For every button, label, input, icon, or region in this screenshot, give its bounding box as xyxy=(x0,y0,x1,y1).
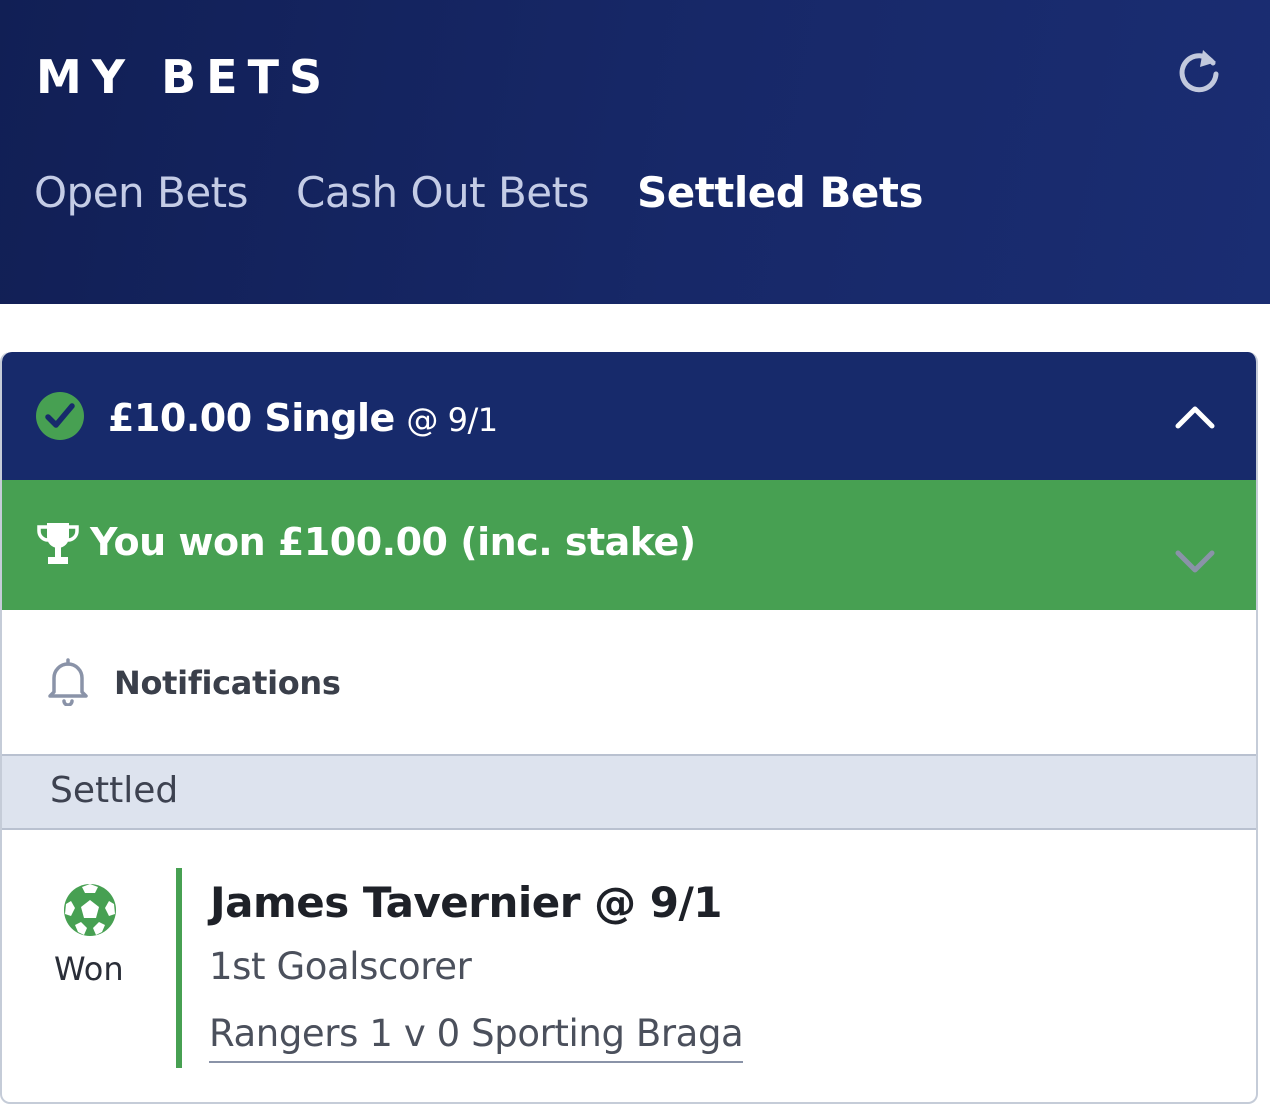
bet-selection: Won James Tavernier @ 9/1 1st Goalscorer… xyxy=(2,830,1256,1102)
settled-label: Settled xyxy=(50,770,179,811)
trophy-icon xyxy=(37,523,79,564)
tab-open-bets[interactable]: Open Bets xyxy=(34,168,249,228)
result-indicator-line xyxy=(176,868,182,1068)
notifications-label: Notifications xyxy=(114,664,341,702)
selection-name: James Tavernier @ 9/1 xyxy=(210,878,723,927)
bet-card-header[interactable]: £10.00 Single @ 9/1 xyxy=(2,352,1256,480)
bet-card: £10.00 Single @ 9/1 You won £100.00 (inc… xyxy=(0,352,1258,1104)
event-link[interactable]: Rangers 1 v 0 Sporting Braga xyxy=(209,1012,744,1063)
bell-icon xyxy=(48,658,88,706)
football-icon xyxy=(64,884,116,936)
winnings-text: You won £100.00 (inc. stake) xyxy=(90,520,696,564)
check-circle-icon xyxy=(36,392,84,440)
notifications-row[interactable]: Notifications xyxy=(2,610,1256,754)
page-title: MY BETS xyxy=(36,50,333,104)
refresh-icon[interactable] xyxy=(1172,44,1226,98)
market-name: 1st Goalscorer xyxy=(209,945,472,988)
chevron-up-icon[interactable] xyxy=(1172,394,1218,440)
tab-settled-bets[interactable]: Settled Bets xyxy=(637,168,924,228)
bets-tabs: Open Bets Cash Out Bets Settled Bets xyxy=(34,168,971,228)
my-bets-header: MY BETS Open Bets Cash Out Bets Settled … xyxy=(0,0,1270,304)
winnings-banner: You won £100.00 (inc. stake) xyxy=(2,480,1256,610)
tab-cash-out-bets[interactable]: Cash Out Bets xyxy=(296,168,589,228)
selection-result: Won xyxy=(54,950,124,988)
bet-odds: @ 9/1 xyxy=(406,401,498,439)
settled-section-header: Settled xyxy=(2,754,1256,830)
bet-stake-type: £10.00 Single xyxy=(108,396,395,440)
bet-summary: £10.00 Single @ 9/1 xyxy=(108,396,498,440)
chevron-down-icon[interactable] xyxy=(1172,544,1218,578)
